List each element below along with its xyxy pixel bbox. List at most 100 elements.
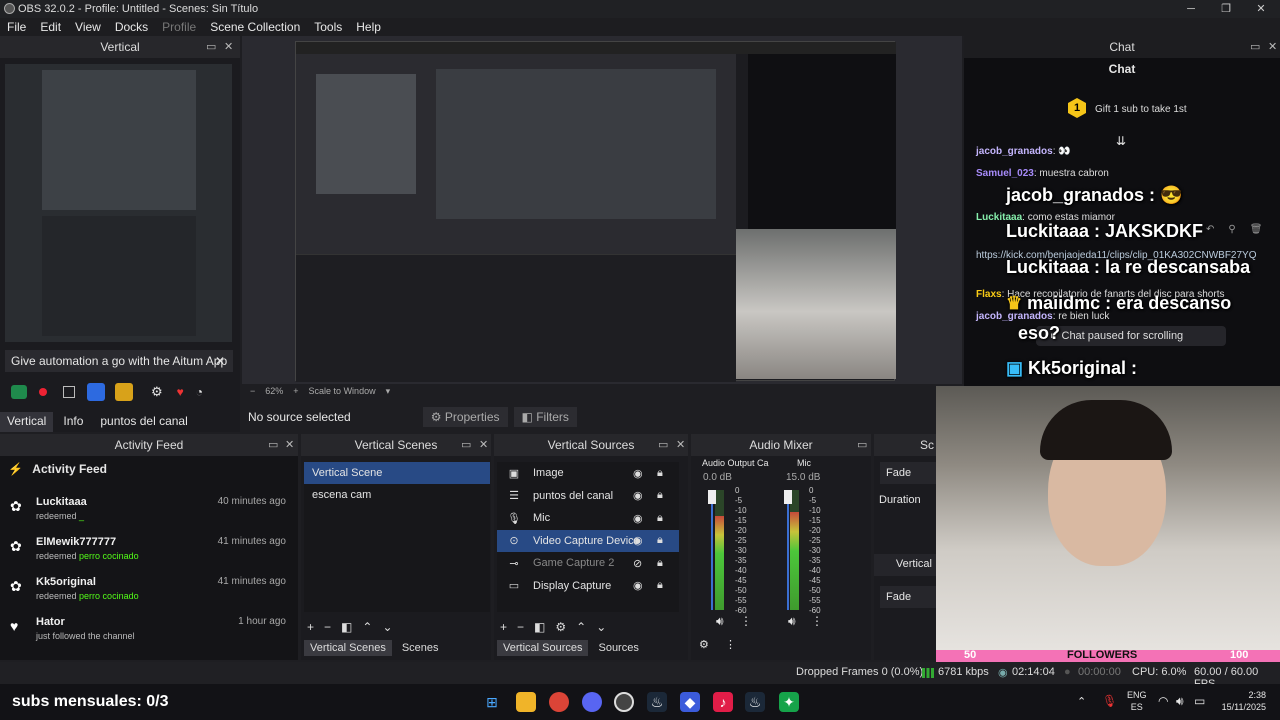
more-options-icon[interactable]: ⋮ <box>811 614 823 628</box>
chevron-up-icon[interactable]: ⌃ <box>576 620 586 634</box>
list-item[interactable]: ✿ Luckitaaa redeemed _ 40 minutes ago <box>0 496 294 536</box>
pin-icon[interactable]: ⚲ <box>1228 224 1235 235</box>
stream-icon[interactable] <box>11 385 27 399</box>
heart-icon[interactable]: ♥ <box>177 385 184 399</box>
menu-profile[interactable]: Profile <box>155 20 203 34</box>
steam-icon-2[interactable]: ♨ <box>745 692 765 712</box>
mic-tray-icon[interactable]: 🎙︎ <box>1102 694 1117 708</box>
lock-icon[interactable]: 🔒︎ <box>657 579 663 592</box>
virtualcam-icon[interactable] <box>115 383 133 401</box>
tab-vertical-sources[interactable]: Vertical Sources <box>497 640 589 656</box>
obs-icon[interactable] <box>614 692 634 712</box>
source-item-image[interactable]: ▣ Image ◉ 🔒︎ <box>497 462 679 485</box>
lock-icon[interactable]: 🔒︎ <box>657 467 663 480</box>
menu-docks[interactable]: Docks <box>108 20 155 34</box>
replay-icon[interactable] <box>87 383 105 401</box>
speaker-icon[interactable]: 🔊︎ <box>716 614 724 629</box>
stop-icon[interactable] <box>63 386 75 398</box>
eye-icon[interactable]: ◉ <box>633 534 643 547</box>
dock-close-icon[interactable]: ✕ <box>224 36 233 58</box>
transition-select-vertical[interactable]: Fade <box>880 586 936 608</box>
tiktok-icon[interactable]: ♪ <box>713 692 733 712</box>
vertical-preview[interactable] <box>5 64 232 342</box>
discord-icon[interactable] <box>582 692 602 712</box>
list-item[interactable]: ✿ Kk5original redeemed perro cocinado 41… <box>0 576 294 616</box>
chrome-icon[interactable] <box>549 692 569 712</box>
eye-icon[interactable]: ◉ <box>633 489 643 502</box>
eye-icon[interactable]: ◉ <box>633 512 643 525</box>
main-canvas[interactable]: − 62% + Scale to Window ▾ <box>242 36 962 396</box>
mixer-settings-icon[interactable]: ⚙ <box>699 638 709 651</box>
volume-fader[interactable] <box>787 490 789 610</box>
float-icon[interactable]: ▭ <box>268 434 278 456</box>
app-diamond-icon[interactable]: ◆ <box>680 692 700 712</box>
tab-scenes[interactable]: Scenes <box>396 640 445 656</box>
volume-fader[interactable] <box>711 490 713 610</box>
scene-item-vertical-scene[interactable]: Vertical Scene <box>304 462 490 484</box>
chat-paused-banner[interactable]: ⏸ Chat paused for scrolling <box>1036 326 1226 346</box>
settings-gear-icon[interactable]: ⚙ <box>151 384 163 400</box>
dock-close-icon[interactable]: ✕ <box>676 434 685 456</box>
dock-close-icon[interactable]: ✕ <box>1268 36 1277 58</box>
lock-icon[interactable]: 🔒︎ <box>657 557 663 570</box>
float-icon[interactable]: ▭ <box>1250 36 1260 58</box>
filters-button[interactable]: ◧ Filters <box>513 407 577 427</box>
add-icon[interactable]: + <box>500 620 507 634</box>
tab-vertical-scenes[interactable]: Vertical Scenes <box>304 640 392 656</box>
chevron-down-icon[interactable]: ⌄ <box>596 620 606 634</box>
chevron-down-icon[interactable]: ▾ <box>386 386 391 397</box>
speaker-icon[interactable]: 🔊︎ <box>788 614 796 629</box>
float-icon[interactable]: ▭ <box>461 434 471 456</box>
dock-close-icon[interactable]: ✕ <box>479 434 488 456</box>
scroll-down-icon[interactable]: ⇊ <box>1116 134 1126 148</box>
chat-bubble-icon[interactable]: ◔ <box>196 385 203 399</box>
tab-vertical[interactable]: Vertical <box>0 412 54 432</box>
source-item-game-capture-2[interactable]: ⊸ Game Capture 2 ⊘ 🔒︎ <box>497 552 679 575</box>
mixer-menu-icon[interactable]: ⋮ <box>725 638 736 651</box>
tray-chevron-icon[interactable]: ⌃ <box>1077 695 1086 708</box>
remove-icon[interactable]: − <box>517 620 524 634</box>
filter-icon[interactable]: ◧ <box>534 620 545 634</box>
source-item-video-capture-device[interactable]: ⊙ Video Capture Device ◉ 🔒︎ <box>497 529 679 552</box>
maximize-icon[interactable]: ❐ <box>1211 0 1241 18</box>
remove-icon[interactable]: − <box>324 620 331 634</box>
tab-puntos-del-canal[interactable]: puntos del canal <box>93 412 194 432</box>
clock[interactable]: 2:38 15/11/2025 <box>1216 689 1266 713</box>
transition-select[interactable]: Fade <box>880 462 936 484</box>
tab-info[interactable]: Info <box>53 412 93 432</box>
chevron-up-icon[interactable]: ⌃ <box>362 620 372 634</box>
scene-item-escena-cam[interactable]: escena cam <box>304 484 490 506</box>
volume-fader-handle[interactable] <box>784 490 792 504</box>
source-item-mic[interactable]: 🎙︎ Mic ◉ 🔒︎ <box>497 507 679 530</box>
volume-icon[interactable]: 🔊︎ <box>1176 694 1184 709</box>
list-item[interactable]: ✿ ElMewik777777 redeemed perro cocinado … <box>0 536 294 576</box>
dock-close-icon[interactable]: ✕ <box>285 434 294 456</box>
eye-icon[interactable]: ◉ <box>633 579 643 592</box>
add-icon[interactable]: + <box>307 620 314 634</box>
volume-fader-handle[interactable] <box>708 490 716 504</box>
float-icon[interactable]: ▭ <box>857 434 867 456</box>
lock-icon[interactable]: 🔒︎ <box>657 489 663 502</box>
source-item-display-capture[interactable]: ▭ Display Capture ◉ 🔒︎ <box>497 575 679 598</box>
windows-start-icon[interactable]: ⊞ <box>482 692 502 712</box>
tab-sources[interactable]: Sources <box>592 640 644 656</box>
source-item-puntos-del-canal[interactable]: ☰ puntos del canal ◉ 🔒︎ <box>497 485 679 508</box>
zoom-in-icon[interactable]: + <box>293 386 298 397</box>
zoom-out-icon[interactable]: − <box>250 386 255 397</box>
menu-tools[interactable]: Tools <box>307 20 349 34</box>
minimize-icon[interactable]: ─ <box>1176 0 1206 18</box>
wifi-icon[interactable]: ◠ <box>1158 694 1168 708</box>
record-icon[interactable] <box>39 388 47 396</box>
more-options-icon[interactable]: ⋮ <box>740 614 752 628</box>
banner-close-icon[interactable]: ✕ <box>215 354 225 368</box>
gear-icon[interactable]: ⚙ <box>555 620 566 634</box>
list-item[interactable]: ♥ Hator just followed the channel 1 hour… <box>0 616 294 656</box>
eye-icon[interactable]: ◉ <box>633 467 643 480</box>
scale-mode-select[interactable]: Scale to Window <box>309 386 376 397</box>
file-explorer-icon[interactable] <box>516 692 536 712</box>
menu-scene-collection[interactable]: Scene Collection <box>203 20 307 34</box>
close-icon[interactable]: ✕ <box>1246 0 1276 18</box>
chevron-down-icon[interactable]: ⌄ <box>382 620 392 634</box>
float-icon[interactable]: ▭ <box>206 36 216 58</box>
menu-edit[interactable]: Edit <box>33 20 68 34</box>
